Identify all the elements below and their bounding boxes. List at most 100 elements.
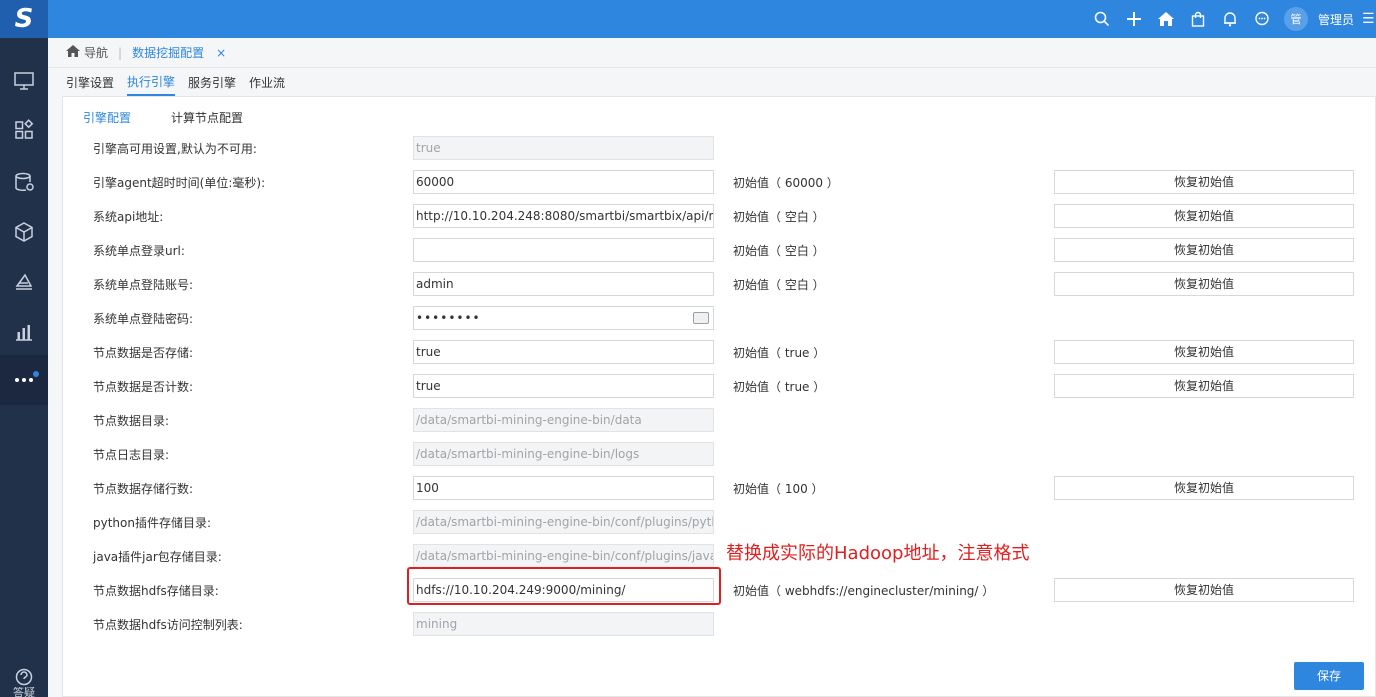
keyboard-icon[interactable]	[693, 312, 709, 324]
sidebar-item-model[interactable]	[0, 207, 48, 257]
more-dots-icon	[15, 378, 33, 382]
initial-value-text: 初始值（ 空白 ）	[733, 244, 825, 258]
field-label: 系统api地址:	[93, 210, 164, 224]
initial-value-text: 初始值（ webhdfs://enginecluster/mining/ ）	[733, 584, 995, 598]
bell-icon[interactable]	[1214, 0, 1246, 38]
restore-default-button[interactable]: 恢复初始值	[1054, 272, 1354, 296]
initial-value-text: 初始值（ 100 ）	[733, 482, 824, 496]
restore-default-button[interactable]: 恢复初始值	[1054, 578, 1354, 602]
sidebar-help[interactable]: 答疑	[0, 649, 48, 697]
add-icon[interactable]	[1118, 0, 1150, 38]
field-label: 节点日志目录:	[93, 448, 170, 462]
search-icon[interactable]	[1086, 0, 1118, 38]
config-row: 节点数据目录: /data/smartbi-mining-engine-bin/…	[63, 408, 1376, 432]
username[interactable]: 管理员	[1318, 11, 1354, 28]
field-label: java插件jar包存储目录:	[93, 550, 222, 564]
home-icon[interactable]	[66, 45, 80, 60]
field-label: 系统单点登陆账号:	[93, 278, 194, 292]
node-data-dir-input: /data/smartbi-mining-engine-bin/data	[413, 408, 714, 432]
apps-grid-icon	[15, 119, 34, 139]
config-row: 节点日志目录: /data/smartbi-mining-engine-bin/…	[63, 442, 1376, 466]
app-logo[interactable]: S	[0, 0, 48, 38]
config-panel: 引擎配置 计算节点配置 引擎高可用设置,默认为不可用: true 引擎agent…	[62, 96, 1376, 697]
chat-icon[interactable]	[1246, 0, 1278, 38]
config-row: 系统单点登陆账号: admin 初始值（ 空白 ） 恢复初始值	[63, 272, 1376, 296]
subtab-engine-config[interactable]: 引擎配置	[83, 109, 131, 126]
password-mask: ••••••••	[416, 311, 481, 325]
mining-icon	[15, 273, 33, 290]
node-data-count-input[interactable]: true	[413, 374, 714, 398]
breadcrumb-current-tab[interactable]: 数据挖掘配置	[132, 44, 204, 61]
top-tabs: 引擎设置 执行引擎 服务引擎 作业流	[48, 68, 1376, 96]
sidebar-item-datasource[interactable]	[0, 157, 48, 207]
config-row: 引擎高可用设置,默认为不可用: true	[63, 136, 1376, 160]
field-label: 节点数据是否计数:	[93, 380, 194, 394]
restore-default-button[interactable]: 恢复初始值	[1054, 340, 1354, 364]
breadcrumb-nav[interactable]: 导航	[84, 44, 108, 61]
field-label: 引擎高可用设置,默认为不可用:	[93, 142, 257, 156]
config-row: 节点数据存储行数: 100 初始值（ 100 ） 恢复初始值	[63, 476, 1376, 500]
initial-value-text: 初始值（ 空白 ）	[733, 210, 825, 224]
config-row: 节点数据hdfs访问控制列表: mining	[63, 612, 1376, 636]
config-row: 节点数据是否存储: true 初始值（ true ） 恢复初始值	[63, 340, 1376, 364]
field-label: 节点数据是否存储:	[93, 346, 194, 360]
sso-password-input[interactable]: ••••••••	[413, 306, 714, 330]
database-settings-icon	[15, 172, 34, 191]
annotation-highlight-box	[407, 567, 721, 605]
save-button[interactable]: 保存	[1294, 662, 1364, 690]
shopping-bag-icon[interactable]	[1182, 0, 1214, 38]
field-label: 节点数据hdfs访问控制列表:	[93, 618, 243, 632]
tab-engine-settings[interactable]: 引擎设置	[66, 68, 114, 96]
tab-workflow[interactable]: 作业流	[249, 68, 285, 96]
node-log-dir-input: /data/smartbi-mining-engine-bin/logs	[413, 442, 714, 466]
top-toolbar: 管 管理员 ☰	[1086, 0, 1376, 38]
sso-account-input[interactable]: admin	[413, 272, 714, 296]
help-icon	[15, 668, 33, 686]
field-label: 引擎agent超时时间(单位:毫秒):	[93, 176, 266, 190]
restore-default-button[interactable]: 恢复初始值	[1054, 204, 1354, 228]
restore-default-button[interactable]: 恢复初始值	[1054, 238, 1354, 262]
tab-service-engine[interactable]: 服务引擎	[188, 68, 236, 96]
field-label: 节点数据目录:	[93, 414, 170, 428]
field-label: 节点数据hdfs存储目录:	[93, 584, 219, 598]
python-plugin-dir-input: /data/smartbi-mining-engine-bin/conf/plu…	[413, 510, 714, 534]
breadcrumb-separator: |	[118, 45, 123, 60]
restore-default-button[interactable]: 恢复初始值	[1054, 374, 1354, 398]
ha-setting-input: true	[413, 136, 714, 160]
system-api-input[interactable]: http://10.10.204.248:8080/smartbi/smartb…	[413, 204, 714, 228]
menu-icon[interactable]: ☰	[1362, 11, 1376, 27]
restore-default-button[interactable]: 恢复初始值	[1054, 170, 1354, 194]
field-label: python插件存储目录:	[93, 516, 212, 530]
field-label: 系统单点登陆密码:	[93, 312, 194, 326]
agent-timeout-input[interactable]: 60000	[413, 170, 714, 194]
subtab-compute-node-config[interactable]: 计算节点配置	[171, 109, 243, 126]
avatar[interactable]: 管	[1283, 7, 1308, 31]
sidebar-item-mining[interactable]	[0, 257, 48, 307]
restore-default-button[interactable]: 恢复初始值	[1054, 476, 1354, 500]
config-row: 系统单点登陆密码: ••••••••	[63, 306, 1376, 330]
tab-execution-engine[interactable]: 执行引擎	[127, 68, 176, 96]
config-row: 引擎agent超时时间(单位:毫秒): 60000 初始值（ 60000 ） 恢…	[63, 170, 1376, 194]
monitor-icon	[14, 72, 34, 90]
top-bar: S 管 管理员 ☰	[0, 0, 1376, 38]
config-row: 系统api地址: http://10.10.204.248:8080/smart…	[63, 204, 1376, 228]
config-row: 系统单点登录url: 初始值（ 空白 ） 恢复初始值	[63, 238, 1376, 262]
field-label: 系统单点登录url:	[93, 244, 185, 258]
field-label: 节点数据存储行数:	[93, 482, 194, 496]
sidebar-item-analysis[interactable]	[0, 307, 48, 357]
help-label: 答疑	[13, 687, 35, 697]
initial-value-text: 初始值（ true ）	[733, 346, 826, 360]
home-icon[interactable]	[1150, 0, 1182, 38]
sidebar-item-apps[interactable]	[0, 105, 48, 155]
sidebar-item-more[interactable]	[0, 355, 48, 405]
close-tab-icon[interactable]: ×	[216, 46, 226, 60]
sso-url-input[interactable]	[413, 238, 714, 262]
hdfs-acl-input: mining	[413, 612, 714, 636]
notification-dot	[33, 371, 39, 377]
initial-value-text: 初始值（ true ）	[733, 380, 826, 394]
java-plugin-dir-input: /data/smartbi-mining-engine-bin/conf/plu…	[413, 544, 714, 568]
node-data-store-input[interactable]: true	[413, 340, 714, 364]
sidebar-item-monitor[interactable]	[0, 56, 48, 106]
node-data-rows-input[interactable]: 100	[413, 476, 714, 500]
initial-value-text: 初始值（ 60000 ）	[733, 176, 839, 190]
